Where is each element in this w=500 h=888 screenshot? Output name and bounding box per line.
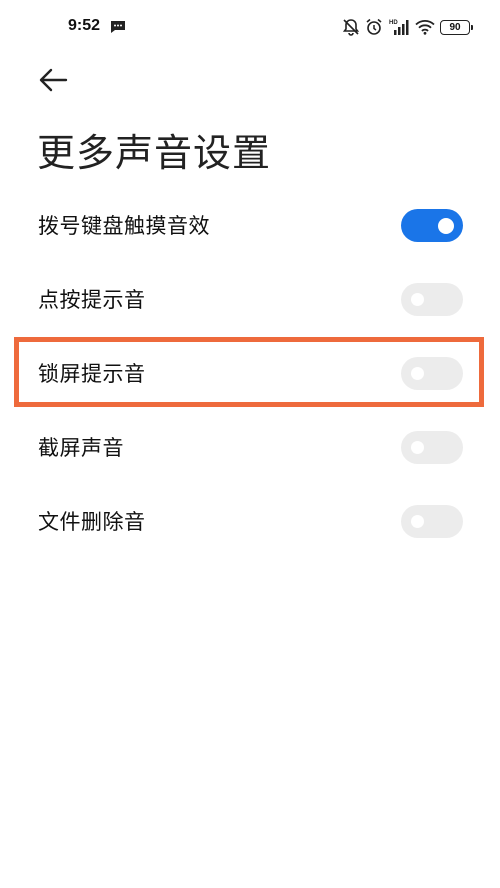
page-title: 更多声音设置 [37,131,272,175]
network-hd-label: HD [389,20,398,26]
settings-list: 拨号键盘触摸音效 点按提示音 锁屏提示音 截屏声音 文件删除音 [0,188,500,558]
toggle-knob [411,515,424,528]
setting-label: 点按提示音 [38,288,146,312]
signal-icon: HD [389,20,409,35]
toggle-knob [438,217,454,234]
status-time: 9:52 [68,17,101,34]
mute-bell-icon [342,19,360,36]
setting-row-dialpad-touch-sound[interactable]: 拨号键盘触摸音效 [0,188,500,262]
setting-label: 截屏声音 [38,436,124,460]
battery-indicator: 90 [440,19,473,35]
toggle-knob [411,441,424,454]
alarm-icon [366,18,382,35]
setting-row-tap-sound[interactable]: 点按提示音 [0,262,500,336]
status-icons: HD 90 [342,16,473,38]
message-icon [111,21,125,33]
dialpad-touch-sound-toggle[interactable] [401,209,463,242]
setting-row-lock-screen-sound[interactable]: 锁屏提示音 [0,336,500,410]
setting-row-file-delete-sound[interactable]: 文件删除音 [0,484,500,558]
toggle-knob [411,293,424,306]
wifi-icon [415,20,435,35]
file-delete-sound-toggle[interactable] [401,505,463,538]
screenshot-sound-toggle[interactable] [401,431,463,464]
tap-sound-toggle[interactable] [401,283,463,316]
setting-row-screenshot-sound[interactable]: 截屏声音 [0,410,500,484]
lock-screen-sound-toggle[interactable] [401,357,463,390]
setting-label: 文件删除音 [38,510,146,534]
status-bar: 9:52 HD 90 [0,0,500,56]
setting-label: 拨号键盘触摸音效 [38,214,210,238]
setting-label: 锁屏提示音 [38,362,146,386]
back-button[interactable] [34,62,74,98]
back-arrow-icon [39,68,68,92]
toggle-knob [411,367,424,380]
